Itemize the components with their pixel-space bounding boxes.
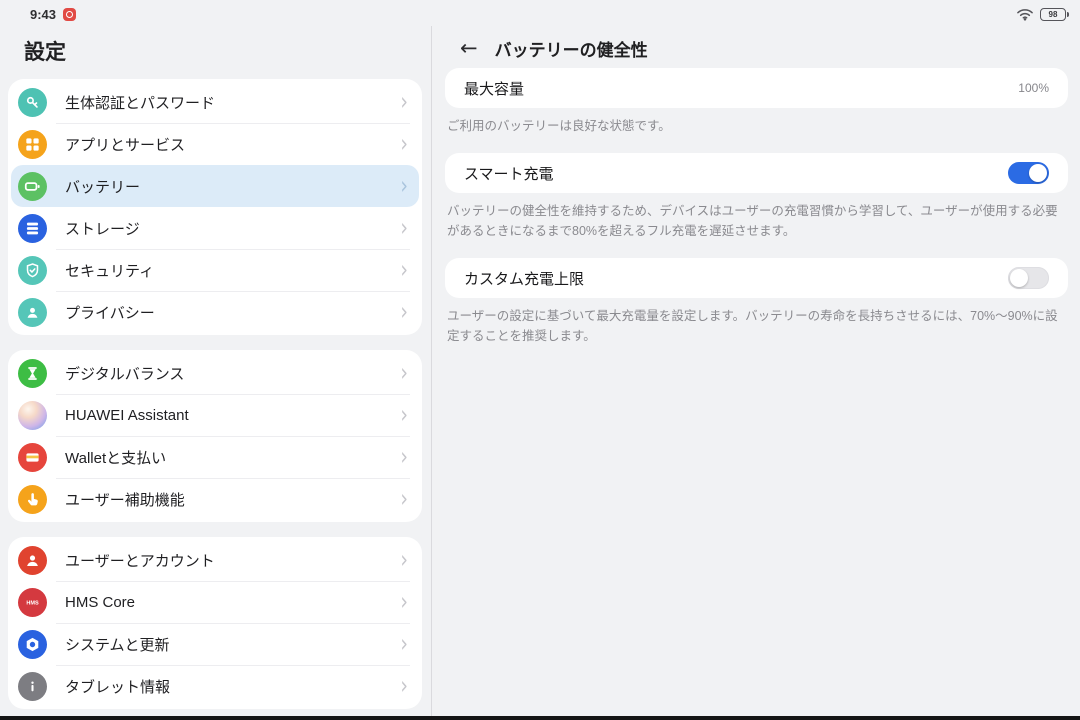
setting-card: カスタム充電上限	[445, 258, 1068, 298]
chevron-right-icon: ›	[400, 632, 408, 656]
sidebar-item-label: ユーザー補助機能	[65, 489, 185, 510]
sidebar-item[interactable]: 生体認証とパスワード ›	[8, 81, 422, 123]
sidebar-item[interactable]: Walletと支払い ›	[8, 436, 422, 478]
sidebar-group: ユーザーとアカウント › HMS HMS Core › システムと更新 › タブレット情報 ›	[8, 537, 422, 709]
sidebar-item-label: ストレージ	[65, 218, 140, 239]
sidebar-item-label: システムと更新	[65, 634, 170, 655]
sidebar-item[interactable]: バッテリー ›	[11, 165, 419, 207]
setting-caption: ユーザーの設定に基づいて最大充電量を設定します。バッテリーの寿命を長持ちさせるに…	[447, 306, 1066, 346]
battery-percent: 98	[1049, 10, 1058, 19]
sidebar-item[interactable]: ユーザーとアカウント ›	[8, 539, 422, 581]
chevron-right-icon: ›	[400, 361, 408, 385]
sidebar-item-label: Walletと支払い	[65, 447, 166, 468]
wallet-card-icon	[18, 443, 47, 472]
sidebar-item-label: デジタルバランス	[65, 363, 184, 384]
privacy-user-icon	[18, 298, 47, 327]
sidebar-item-label: プライバシー	[65, 302, 155, 323]
sidebar-group: 生体認証とパスワード›アプリとサービス›バッテリー›ストレージ›セキュリティ›プ…	[8, 79, 422, 335]
gear-icon	[18, 630, 47, 659]
setting-label: スマート充電	[464, 163, 554, 184]
sidebar-group: デジタルバランス›HUAWEI Assistant›Walletと支払い›ユーザ…	[8, 350, 422, 522]
apps-grid-icon	[18, 130, 47, 159]
sidebar-item-label: HUAWEI Assistant	[65, 407, 189, 424]
info-icon	[18, 672, 47, 701]
toggle-knob	[1029, 164, 1047, 182]
sidebar-item[interactable]: プライバシー ›	[8, 291, 422, 333]
chevron-right-icon: ›	[400, 300, 408, 324]
hms-core-icon: HMS	[18, 588, 47, 617]
sidebar-item-label: ユーザーとアカウント	[65, 550, 215, 571]
detail-title: バッテリーの健全性	[495, 36, 648, 61]
status-bar: 9:43 98	[0, 0, 1080, 26]
wifi-icon	[1016, 7, 1034, 21]
setting-card: スマート充電	[445, 153, 1068, 193]
sidebar-item-label: バッテリー	[65, 176, 140, 197]
detail-header: ← バッテリーの健全性	[432, 26, 1080, 68]
sidebar-item[interactable]: システムと更新 ›	[8, 623, 422, 665]
chevron-right-icon: ›	[400, 258, 408, 282]
setting-label: カスタム充電上限	[464, 268, 584, 289]
hourglass-icon	[18, 359, 47, 388]
screen-bottom-edge	[0, 716, 1080, 720]
battery-health-panel: ← バッテリーの健全性 最大容量 100% ご利用のバッテリーは良好な状態です。スマ…	[431, 26, 1080, 716]
setting-caption: バッテリーの健全性を維持するため、デバイスはユーザーの充電習慣から学習して、ユー…	[447, 201, 1066, 241]
setting-caption: ご利用のバッテリーは良好な状態です。	[447, 116, 1066, 136]
sidebar-item[interactable]: HMS HMS Core ›	[8, 581, 422, 623]
storage-icon	[18, 214, 47, 243]
sidebar-item[interactable]: ストレージ ›	[8, 207, 422, 249]
chevron-right-icon: ›	[400, 132, 408, 156]
user-icon	[18, 546, 47, 575]
sidebar-item-label: セキュリティ	[65, 260, 154, 281]
chevron-right-icon: ›	[400, 90, 408, 114]
sidebar-item-label: 生体認証とパスワード	[65, 92, 215, 113]
sidebar-item[interactable]: セキュリティ ›	[8, 249, 422, 291]
setting-label: 最大容量	[464, 78, 524, 99]
sidebar-item-label: タブレット情報	[65, 676, 170, 697]
settings-sidebar: 設定 生体認証とパスワード›アプリとサービス›バッテリー›ストレージ›セキュリテ…	[0, 26, 430, 716]
toggle-switch[interactable]	[1008, 162, 1049, 184]
chevron-right-icon: ›	[400, 403, 408, 427]
chevron-right-icon: ›	[400, 487, 408, 511]
setting-card: 最大容量 100%	[445, 68, 1068, 108]
sidebar-item-label: アプリとサービス	[65, 134, 185, 155]
sidebar-item[interactable]: HUAWEI Assistant ›	[8, 394, 422, 436]
chevron-right-icon: ›	[400, 548, 408, 572]
toggle-switch[interactable]	[1008, 267, 1049, 289]
shield-check-icon	[18, 256, 47, 285]
page-title: 設定	[0, 26, 430, 79]
chevron-right-icon: ›	[400, 674, 408, 698]
battery-status-icon: 98	[1040, 8, 1066, 21]
toggle-knob	[1010, 269, 1028, 287]
sidebar-item[interactable]: ユーザー補助機能 ›	[8, 478, 422, 520]
back-arrow-icon[interactable]: ←	[460, 36, 478, 60]
svg-text:HMS: HMS	[26, 600, 39, 606]
sidebar-groups: 生体認証とパスワード›アプリとサービス›バッテリー›ストレージ›セキュリティ›プ…	[0, 79, 430, 709]
battery-icon	[18, 172, 47, 201]
chevron-right-icon: ›	[400, 216, 408, 240]
chevron-right-icon: ›	[400, 174, 408, 198]
sidebar-item[interactable]: デジタルバランス ›	[8, 352, 422, 394]
clock-time: 9:43	[30, 7, 56, 22]
detail-sections: 最大容量 100% ご利用のバッテリーは良好な状態です。スマート充電バッテリーの健全…	[432, 68, 1080, 346]
screen-record-icon	[63, 8, 76, 21]
chevron-right-icon: ›	[400, 590, 408, 614]
setting-value: 100%	[1018, 81, 1049, 95]
sidebar-item-label: HMS Core	[65, 594, 135, 611]
sidebar-item[interactable]: タブレット情報 ›	[8, 665, 422, 707]
accessibility-hand-icon	[18, 485, 47, 514]
key-icon	[18, 88, 47, 117]
chevron-right-icon: ›	[400, 445, 408, 469]
assistant-sphere-icon	[18, 401, 47, 430]
sidebar-item[interactable]: アプリとサービス ›	[8, 123, 422, 165]
